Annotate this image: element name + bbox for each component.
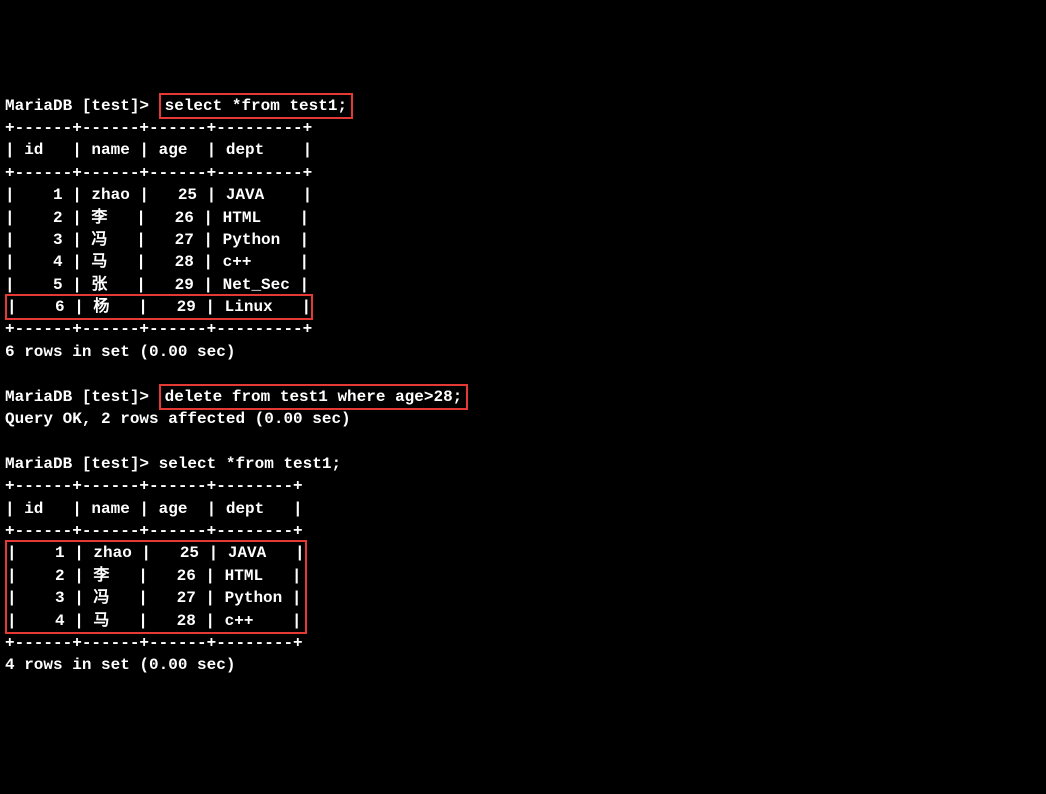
table1-divider-bot: +------+------+------+---------+ <box>5 320 312 338</box>
sql-command-3[interactable]: select *from test1; <box>159 455 341 473</box>
table2-divider-bot: +------+------+------+--------+ <box>5 634 303 652</box>
sql-command-1[interactable]: select *from test1; <box>159 93 353 119</box>
result3-footer: 4 rows in set (0.00 sec) <box>5 656 235 674</box>
sql-command-2[interactable]: delete from test1 where age>28; <box>159 384 469 410</box>
table2-header: | id | name | age | dept | <box>5 500 303 518</box>
table1-row-5: | 5 | 张 | 29 | Net_Sec | <box>5 276 309 294</box>
table2-divider-mid: +------+------+------+--------+ <box>5 522 303 540</box>
table2-row-3: | 3 | 冯 | 27 | Python | <box>7 589 301 607</box>
table1-row-1: | 1 | zhao | 25 | JAVA | <box>5 186 312 204</box>
table1-divider-top: +------+------+------+---------+ <box>5 119 312 137</box>
table2-row-4: | 4 | 马 | 28 | c++ | <box>7 612 301 630</box>
table1-row-4: | 4 | 马 | 28 | c++ | <box>5 253 309 271</box>
table1-row-3: | 3 | 冯 | 27 | Python | <box>5 231 309 249</box>
table2-row-2: | 2 | 李 | 26 | HTML | <box>7 567 301 585</box>
table2-rows-highlighted: | 1 | zhao | 25 | JAVA | | 2 | 李 | 26 | … <box>5 540 307 634</box>
terminal-output: MariaDB [test]> select *from test1; +---… <box>5 95 1041 677</box>
prompt: MariaDB [test]> <box>5 97 159 115</box>
result2: Query OK, 2 rows affected (0.00 sec) <box>5 410 351 428</box>
prompt: MariaDB [test]> <box>5 455 159 473</box>
table1-row-6-highlighted: | 6 | 杨 | 29 | Linux | <box>5 294 313 320</box>
table2-divider-top: +------+------+------+--------+ <box>5 477 303 495</box>
table2-row-1: | 1 | zhao | 25 | JAVA | <box>7 544 305 562</box>
table1-divider-mid: +------+------+------+---------+ <box>5 164 312 182</box>
table1-row-2: | 2 | 李 | 26 | HTML | <box>5 209 309 227</box>
table1-header: | id | name | age | dept | <box>5 141 312 159</box>
prompt: MariaDB [test]> <box>5 388 159 406</box>
result1-footer: 6 rows in set (0.00 sec) <box>5 343 235 361</box>
